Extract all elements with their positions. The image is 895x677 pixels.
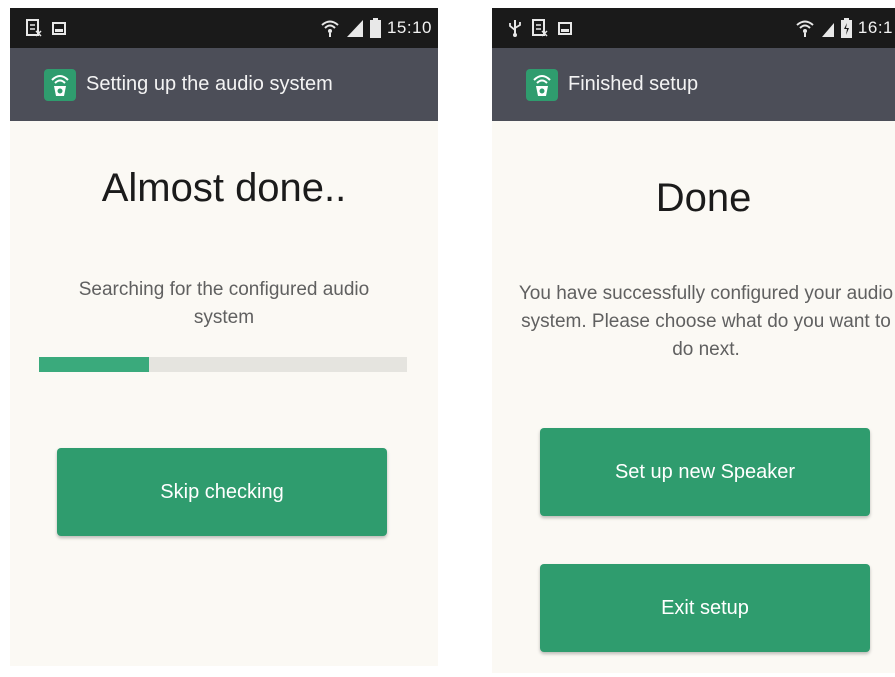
screen-title: Finished setup (568, 73, 699, 95)
action-bar: Finished setup (492, 48, 895, 121)
battery-icon (369, 18, 381, 38)
speaker-app-icon (44, 68, 76, 101)
wifi-icon (796, 20, 814, 37)
status-bar: 15:10 (10, 8, 438, 48)
setup-screen-done: 16:1 Finished setup Done You have succes… (492, 8, 895, 673)
speaker-app-icon (526, 68, 558, 101)
search-progress-bar (39, 357, 407, 372)
status-time: 16:1 (857, 18, 893, 37)
status-message: Searching for the configured audio syste… (78, 279, 370, 328)
progress-fill (39, 357, 150, 372)
screen-title: Setting up the audio system (86, 73, 333, 95)
notification-icon (26, 19, 42, 37)
signal-icon (821, 23, 834, 37)
page-heading: Almost done.. (101, 166, 347, 210)
page-heading: Done (655, 176, 752, 220)
setup-screen-almost-done: 15:10 Setting up the audio system Almost… (10, 8, 438, 666)
set-up-new-speaker-button[interactable]: Set up new Speaker (540, 428, 870, 516)
battery-icon (840, 18, 852, 38)
signal-icon (346, 20, 363, 37)
action-bar: Setting up the audio system (10, 48, 438, 121)
usb-icon (509, 20, 521, 37)
exit-setup-button[interactable]: Exit setup (540, 564, 870, 652)
wifi-icon (321, 20, 339, 37)
image-icon (558, 21, 572, 35)
status-bar: 16:1 (492, 8, 895, 48)
status-time: 15:10 (386, 18, 432, 37)
success-message: You have successfully configured your au… (518, 283, 894, 360)
image-icon (52, 21, 66, 35)
notification-icon (532, 19, 548, 37)
skip-checking-button[interactable]: Skip checking (57, 448, 387, 536)
